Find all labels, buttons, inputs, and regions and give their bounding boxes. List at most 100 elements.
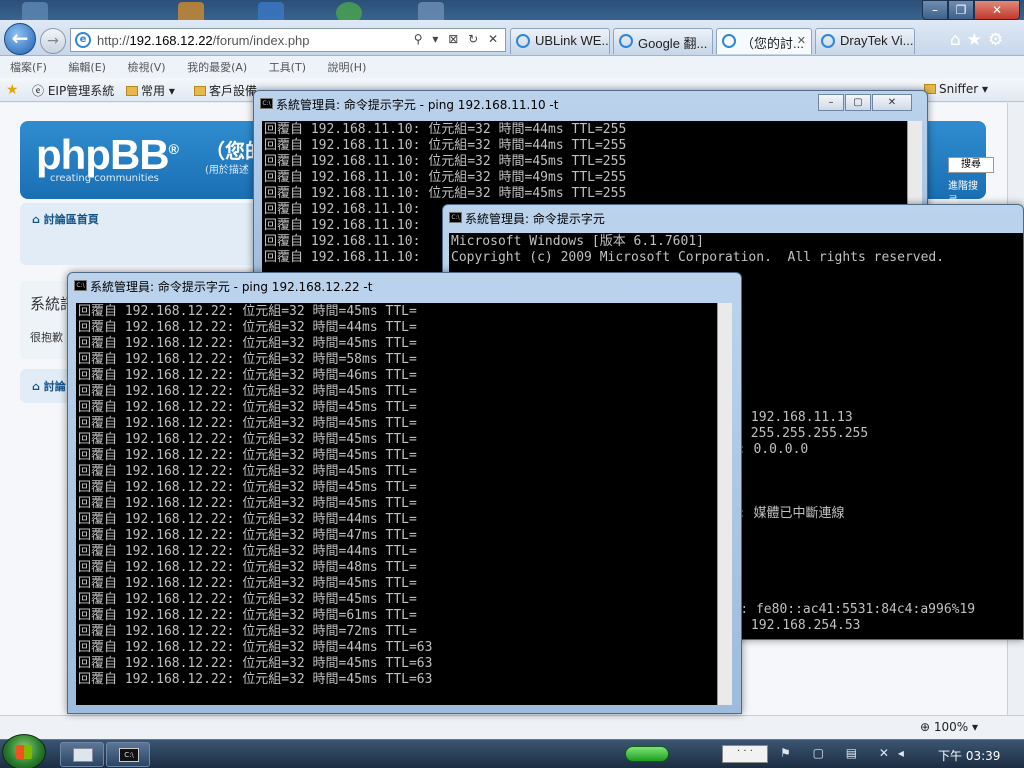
console-line: 回覆自 192.168.12.22: 位元組=32 時間=47ms TTL= (78, 528, 417, 543)
console-line: 回覆自 192.168.12.22: 位元組=32 時間=45ms TTL= (78, 384, 417, 399)
console-line: 回覆自 192.168.12.22: 位元組=32 時間=44ms TTL= (78, 544, 417, 559)
menu-tools[interactable]: 工具(T) (269, 61, 306, 74)
cmd-icon: C:\ (119, 748, 139, 762)
tray-input-box[interactable]: · · · (722, 745, 768, 763)
console-line: 回覆自 192.168.12.22: 位元組=32 時間=45ms TTL= (78, 480, 417, 495)
home-icon: ⌂ (32, 213, 40, 226)
search-button[interactable]: 搜尋 (948, 157, 994, 173)
phpbb-logo[interactable]: phpBB® (36, 131, 179, 179)
address-bar[interactable]: e http://192.168.12.22/forum/index.php ⚲… (70, 28, 506, 52)
fav-sniffer[interactable]: Sniffer ▾ (924, 82, 988, 96)
forward-button[interactable]: → (40, 28, 66, 54)
ie-page-icon: e (75, 32, 91, 48)
advanced-search-link[interactable]: 進階搜尋 (948, 177, 986, 207)
minimize-button[interactable]: – (922, 0, 948, 20)
cmd-icon: C:\ (260, 98, 273, 109)
navigation-bar: ← → e http://192.168.12.22/forum/index.p… (0, 20, 1024, 56)
tab-google-translate[interactable]: Google 翻... (613, 28, 713, 54)
minimize-button[interactable]: – (818, 94, 844, 111)
console-line: 回覆自 192.168.12.22: 位元組=32 時間=45ms TTL= (78, 400, 417, 415)
tab-label: Google 翻... (638, 36, 708, 51)
system-tray-icons[interactable]: ⚑ ▢ ▤ ✕◂ (780, 746, 913, 760)
url-path: /forum/index.php (212, 33, 310, 48)
fav-common-label: 常用 ▾ (141, 84, 175, 98)
forum-nav-panel: ⌂ 討論區首頁 (20, 203, 260, 265)
forum-description: (用於描述 (205, 165, 249, 176)
footer-home-link[interactable]: ⌂ 討論 (32, 378, 66, 394)
menu-favorites[interactable]: 我的最愛(A) (187, 61, 247, 74)
folder-icon (194, 86, 206, 96)
fav-sniffer-label: Sniffer ▾ (939, 82, 988, 96)
fav-eip[interactable]: ⓔ EIP管理系統 (32, 82, 114, 99)
console-line: 回覆自 192.168.12.22: 位元組=32 時間=45ms TTL= (78, 336, 417, 351)
window-title: 系統管理員: 命令提示字元 - ping 192.168.12.22 -t (90, 280, 373, 294)
fav-customer-label: 客戶設備 (209, 84, 258, 98)
taskbar-cmd-button[interactable]: C:\ (106, 742, 150, 767)
home-favorites-tools-icons[interactable]: ⌂★⚙ (950, 30, 1009, 50)
taskbar-explorer-button[interactable] (60, 742, 104, 767)
menu-file[interactable]: 檔案(F) (10, 61, 47, 74)
console-line: 回覆自 192.168.12.22: 位元組=32 時間=45ms TTL= (78, 304, 417, 319)
maximize-button[interactable]: ▢ (845, 94, 871, 111)
console-line: Copyright (c) 2009 Microsoft Corporation… (451, 250, 945, 265)
cmd-icon: C:\ (74, 280, 87, 291)
tray-status-indicator[interactable] (625, 746, 669, 762)
menu-view[interactable]: 檢視(V) (127, 61, 165, 74)
console-line: 回覆自 192.168.12.22: 位元組=32 時間=72ms TTL= (78, 624, 417, 639)
cmd-window-ping-12-22[interactable]: C:\ 系統管理員: 命令提示字元 - ping 192.168.12.22 -… (67, 272, 742, 714)
forum-home-link[interactable]: ⌂ 討論區首頁 (32, 211, 99, 227)
maximize-button[interactable]: ❐ (948, 0, 974, 20)
tab-draytek[interactable]: DrayTek Vi... (815, 28, 915, 54)
console-line: 回覆自 192.168.12.22: 位元組=32 時間=44ms TTL= (78, 320, 417, 335)
tab-forum[interactable]: （您的討... ✕ (716, 28, 812, 54)
menu-bar: 檔案(F) 編輯(E) 檢視(V) 我的最愛(A) 工具(T) 說明(H) (0, 56, 1024, 78)
console-line: 回覆自 192.168.11.10: 位元組=32 時間=44ms TTL=25… (264, 122, 627, 137)
close-button[interactable]: ✕ (974, 0, 1020, 20)
fav-common[interactable]: 常用 ▾ (126, 82, 175, 99)
footer-home-label: 討論 (43, 380, 66, 393)
console-line: 回覆自 192.168.12.22: 位元組=32 時間=58ms TTL= (78, 352, 417, 367)
close-button[interactable]: ✕ (872, 94, 912, 111)
console-line: 回覆自 192.168.12.22: 位元組=32 時間=48ms TTL= (78, 560, 417, 575)
console-line: 回覆自 192.168.12.22: 位元組=32 時間=45ms TTL= (78, 416, 417, 431)
address-tools-icons[interactable]: ⚲ ▾ ⊠ ↻ ✕ (414, 32, 501, 46)
folder-icon (73, 748, 93, 762)
console-line: 回覆自 192.168.12.22: 位元組=32 時間=45ms TTL=63 (78, 656, 433, 671)
console-output: 回覆自 192.168.12.22: 位元組=32 時間=45ms TTL= 回覆… (76, 303, 717, 705)
ie-tab-icon (821, 34, 835, 48)
console-line: Microsoft Windows [版本 6.1.7601] (451, 234, 704, 249)
ie-tab-icon (516, 34, 530, 48)
back-button[interactable]: ← (4, 23, 36, 55)
tab-label: DrayTek Vi... (840, 33, 914, 48)
menu-help[interactable]: 說明(H) (328, 61, 367, 74)
ie-fav-icon: ⓔ (32, 84, 45, 98)
zoom-control[interactable]: ⊕ 100% ▾ (920, 720, 978, 734)
tab-label: （您的討... (741, 36, 804, 51)
menu-edit[interactable]: 編輯(E) (68, 61, 106, 74)
tab-close-icon[interactable]: ✕ (797, 34, 806, 47)
fav-customer[interactable]: 客戶設備 (194, 82, 257, 99)
favorites-star-icon[interactable]: ★ (6, 82, 19, 98)
console-line: 回覆自 192.168.12.22: 位元組=32 時間=45ms TTL= (78, 576, 417, 591)
browser-status-bar: ⊕ 100% ▾ (0, 715, 1024, 739)
console-line: 回覆自 192.168.12.22: 位元組=32 時間=44ms TTL= (78, 512, 417, 527)
zoom-level: 100% (933, 720, 969, 734)
console-line: 回覆自 192.168.11.10: 位元組=32 時間=49ms TTL=25… (264, 170, 627, 185)
taskbar-clock[interactable]: 下午 03:39 (938, 747, 1000, 764)
console-scrollbar[interactable] (717, 303, 732, 705)
cmd-icon: C:\ (449, 212, 462, 223)
console-line: 回覆自 192.168.11.10: 位元組=32 時間=44ms TTL=25… (264, 138, 627, 153)
address-url: http://192.168.12.22/forum/index.php (97, 33, 310, 48)
logo-mark: ® (168, 141, 179, 157)
console-line: 回覆自 192.168.12.22: 位元組=32 時間=45ms TTL= (78, 496, 417, 511)
url-prefix: http:// (97, 33, 130, 48)
console-line: 回覆自 192.168.12.22: 位元組=32 時間=45ms TTL= (78, 448, 417, 463)
fav-eip-label: EIP管理系統 (47, 84, 115, 98)
zoom-icon: ⊕ (919, 720, 931, 734)
ie-tab-icon (619, 34, 633, 48)
folder-icon (126, 86, 138, 96)
start-button[interactable] (2, 734, 46, 768)
console-line: 回覆自 192.168.12.22: 位元組=32 時間=45ms TTL= (78, 464, 417, 479)
tab-ublink[interactable]: UBLink WE... (510, 28, 610, 54)
logo-text: phpBB (36, 131, 170, 178)
